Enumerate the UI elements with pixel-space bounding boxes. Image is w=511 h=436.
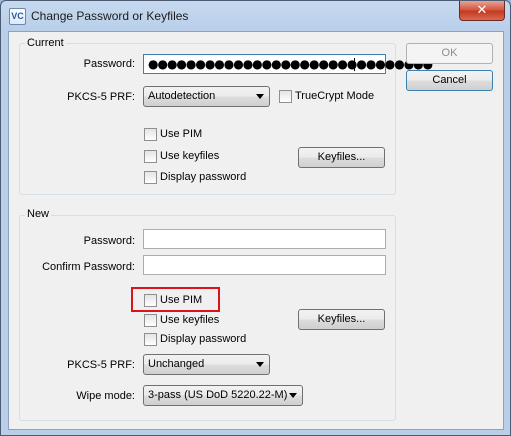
current-prf-value: Autodetection [148,90,216,102]
confirm-password-field[interactable] [143,255,386,275]
window-title: Change Password or Keyfiles [31,9,189,23]
new-prf-select[interactable]: Unchanged [143,354,270,375]
checkbox-box [144,171,157,184]
checkbox-box [144,150,157,163]
current-use-pim-label: Use PIM [160,128,203,140]
new-password-field[interactable] [143,229,386,249]
wipe-mode-select[interactable]: 3-pass (US DoD 5220.22-M) [143,385,303,406]
new-display-password-label: Display password [160,333,247,345]
current-prf-label: PKCS-5 PRF: [67,91,135,103]
truecrypt-mode-label: TrueCrypt Mode [295,90,375,102]
current-keyfiles-button[interactable]: Keyfiles... [298,147,385,168]
checkbox-box [144,128,157,141]
new-keyfiles-button[interactable]: Keyfiles... [298,309,385,330]
new-group-label: New [25,208,52,220]
text-caret [354,58,355,71]
cancel-button[interactable]: Cancel [406,70,493,91]
close-button[interactable]: ✕ [459,1,505,21]
veracrypt-app-icon: VC [9,8,26,25]
new-prf-label: PKCS-5 PRF: [67,359,135,371]
new-password-label: Password: [83,235,135,247]
current-group-label: Current [25,37,66,49]
current-use-keyfiles-label: Use keyfiles [160,150,220,162]
dialog-window: VC Change Password or Keyfiles ✕ Current… [0,0,511,436]
new-prf-value: Unchanged [148,358,205,370]
chevron-down-icon [256,94,264,99]
checkbox-box [144,314,157,327]
current-display-password-label: Display password [160,171,247,183]
use-pim-highlight-box [131,287,220,312]
current-prf-select[interactable]: Autodetection [143,86,270,107]
current-password-label: Password: [83,58,135,70]
checkbox-box [144,333,157,346]
wipe-mode-value: 3-pass (US DoD 5220.22-M) [148,389,288,401]
checkbox-box [279,90,292,103]
chevron-down-icon [256,362,264,367]
chevron-down-icon [289,393,297,398]
current-password-mask: ●●●●●●●●●●●●●●●●●●●●●●●●●●●●●● [148,57,433,71]
ok-button[interactable]: OK [406,43,493,64]
new-use-keyfiles-label: Use keyfiles [160,314,220,326]
title-bar[interactable]: VC Change Password or Keyfiles ✕ [1,1,510,31]
current-password-field[interactable]: ●●●●●●●●●●●●●●●●●●●●●●●●●●●●●● [143,54,433,74]
dialog-client-area: Current Password: ●●●●●●●●●●●●●●●●●●●●●●… [8,31,504,430]
wipe-mode-label: Wipe mode: [76,390,135,402]
confirm-password-label: Confirm Password: [42,261,135,273]
